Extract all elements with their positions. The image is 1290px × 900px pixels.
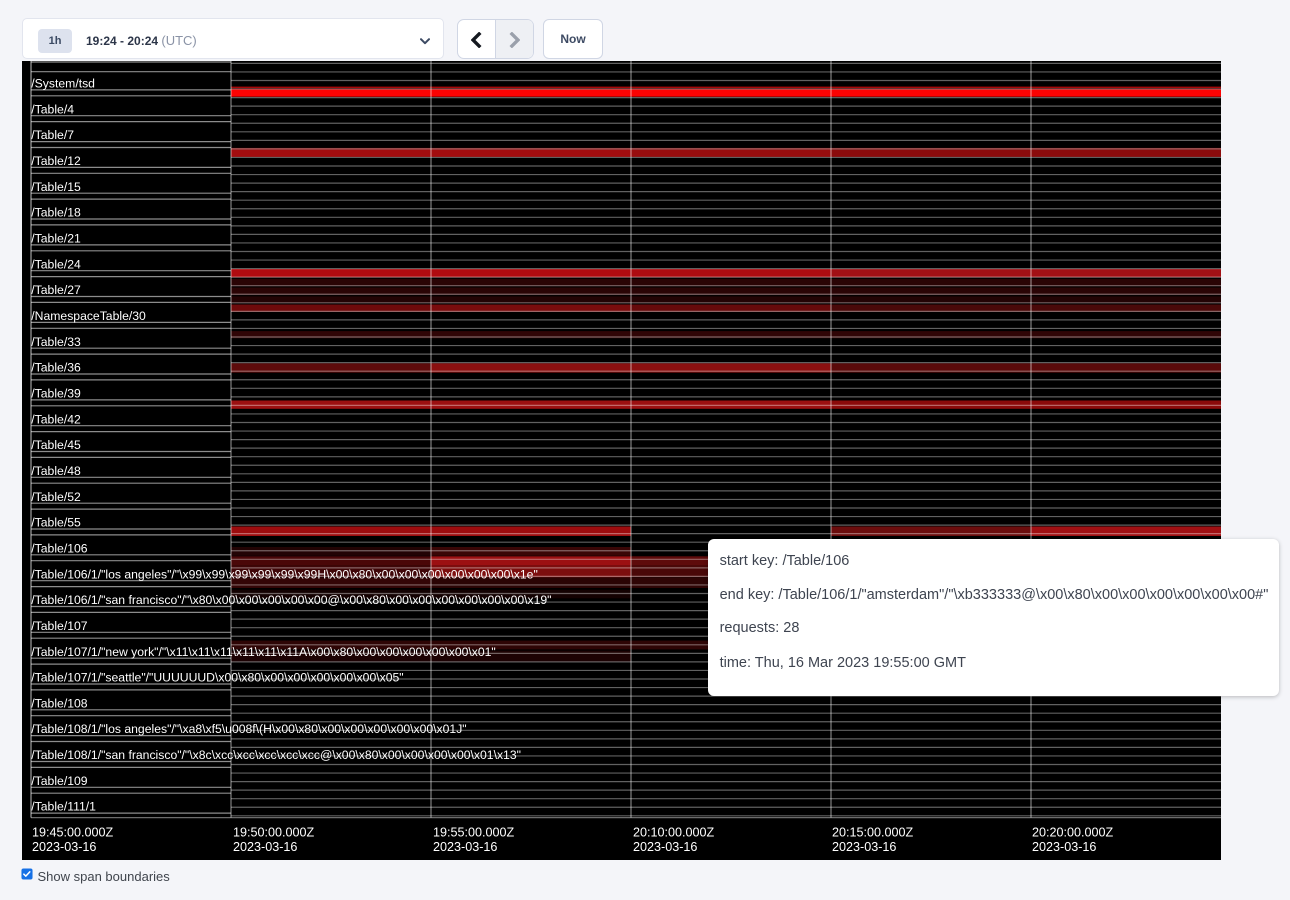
svg-text:20:10:00.000Z: 20:10:00.000Z [633,826,715,840]
svg-text:/Table/109: /Table/109 [31,774,87,788]
svg-text:2023-03-16: 2023-03-16 [32,840,96,854]
svg-text:19:45:00.000Z: 19:45:00.000Z [32,826,114,840]
svg-text:/Table/108/1/"los angeles"/"\x: /Table/108/1/"los angeles"/"\xa8\xf5\u00… [31,722,466,736]
svg-text:/Table/18: /Table/18 [31,206,81,220]
svg-text:/Table/39: /Table/39 [31,387,81,401]
svg-text:/Table/106: /Table/106 [31,541,87,555]
svg-text:/Table/52: /Table/52 [31,490,81,504]
svg-text:/Table/15: /Table/15 [31,180,81,194]
svg-text:2023-03-16: 2023-03-16 [433,840,497,854]
svg-text:/Table/45: /Table/45 [31,438,81,452]
svg-text:/Table/107: /Table/107 [31,619,87,633]
svg-text:/Table/36: /Table/36 [31,361,81,375]
svg-text:/Table/7: /Table/7 [31,128,74,142]
svg-text:/Table/107/1/"seattle"/"UUUUUU: /Table/107/1/"seattle"/"UUUUUUD\x00\x80\… [31,671,403,685]
svg-text:/Table/107/1/"new york"/"\x11\: /Table/107/1/"new york"/"\x11\x11\x11\x1… [31,645,495,659]
svg-text:/Table/24: /Table/24 [31,257,81,271]
svg-text:2023-03-16: 2023-03-16 [832,840,896,854]
svg-text:19:50:00.000Z: 19:50:00.000Z [233,826,315,840]
svg-text:/Table/27: /Table/27 [31,283,81,297]
svg-text:/Table/42: /Table/42 [31,412,81,426]
svg-text:2023-03-16: 2023-03-16 [1032,840,1096,854]
svg-text:/Table/48: /Table/48 [31,464,81,478]
svg-text:/NamespaceTable/30: /NamespaceTable/30 [31,309,146,323]
svg-text:/Table/33: /Table/33 [31,335,81,349]
svg-text:20:20:00.000Z: 20:20:00.000Z [1032,826,1114,840]
svg-text:/Table/55: /Table/55 [31,516,81,530]
svg-text:2023-03-16: 2023-03-16 [233,840,297,854]
svg-text:/Table/4: /Table/4 [31,102,74,116]
svg-text:/Table/106/1/"los angeles"/"\x: /Table/106/1/"los angeles"/"\x99\x99\x99… [31,567,537,581]
svg-text:/Table/12: /Table/12 [31,154,81,168]
svg-text:/Table/111/1: /Table/111/1 [31,800,96,814]
svg-text:/System/tsd: /System/tsd [31,77,95,91]
svg-text:/Table/108: /Table/108 [31,696,87,710]
svg-text:2023-03-16: 2023-03-16 [633,840,697,854]
svg-text:20:15:00.000Z: 20:15:00.000Z [832,826,914,840]
svg-text:19:55:00.000Z: 19:55:00.000Z [433,826,515,840]
svg-text:/Table/21: /Table/21 [31,232,81,246]
svg-text:/Table/108/1/"san francisco"/": /Table/108/1/"san francisco"/"\x8c\xcc\x… [31,748,521,762]
svg-text:/Table/106/1/"san francisco"/": /Table/106/1/"san francisco"/"\x80\x00\x… [31,593,551,607]
